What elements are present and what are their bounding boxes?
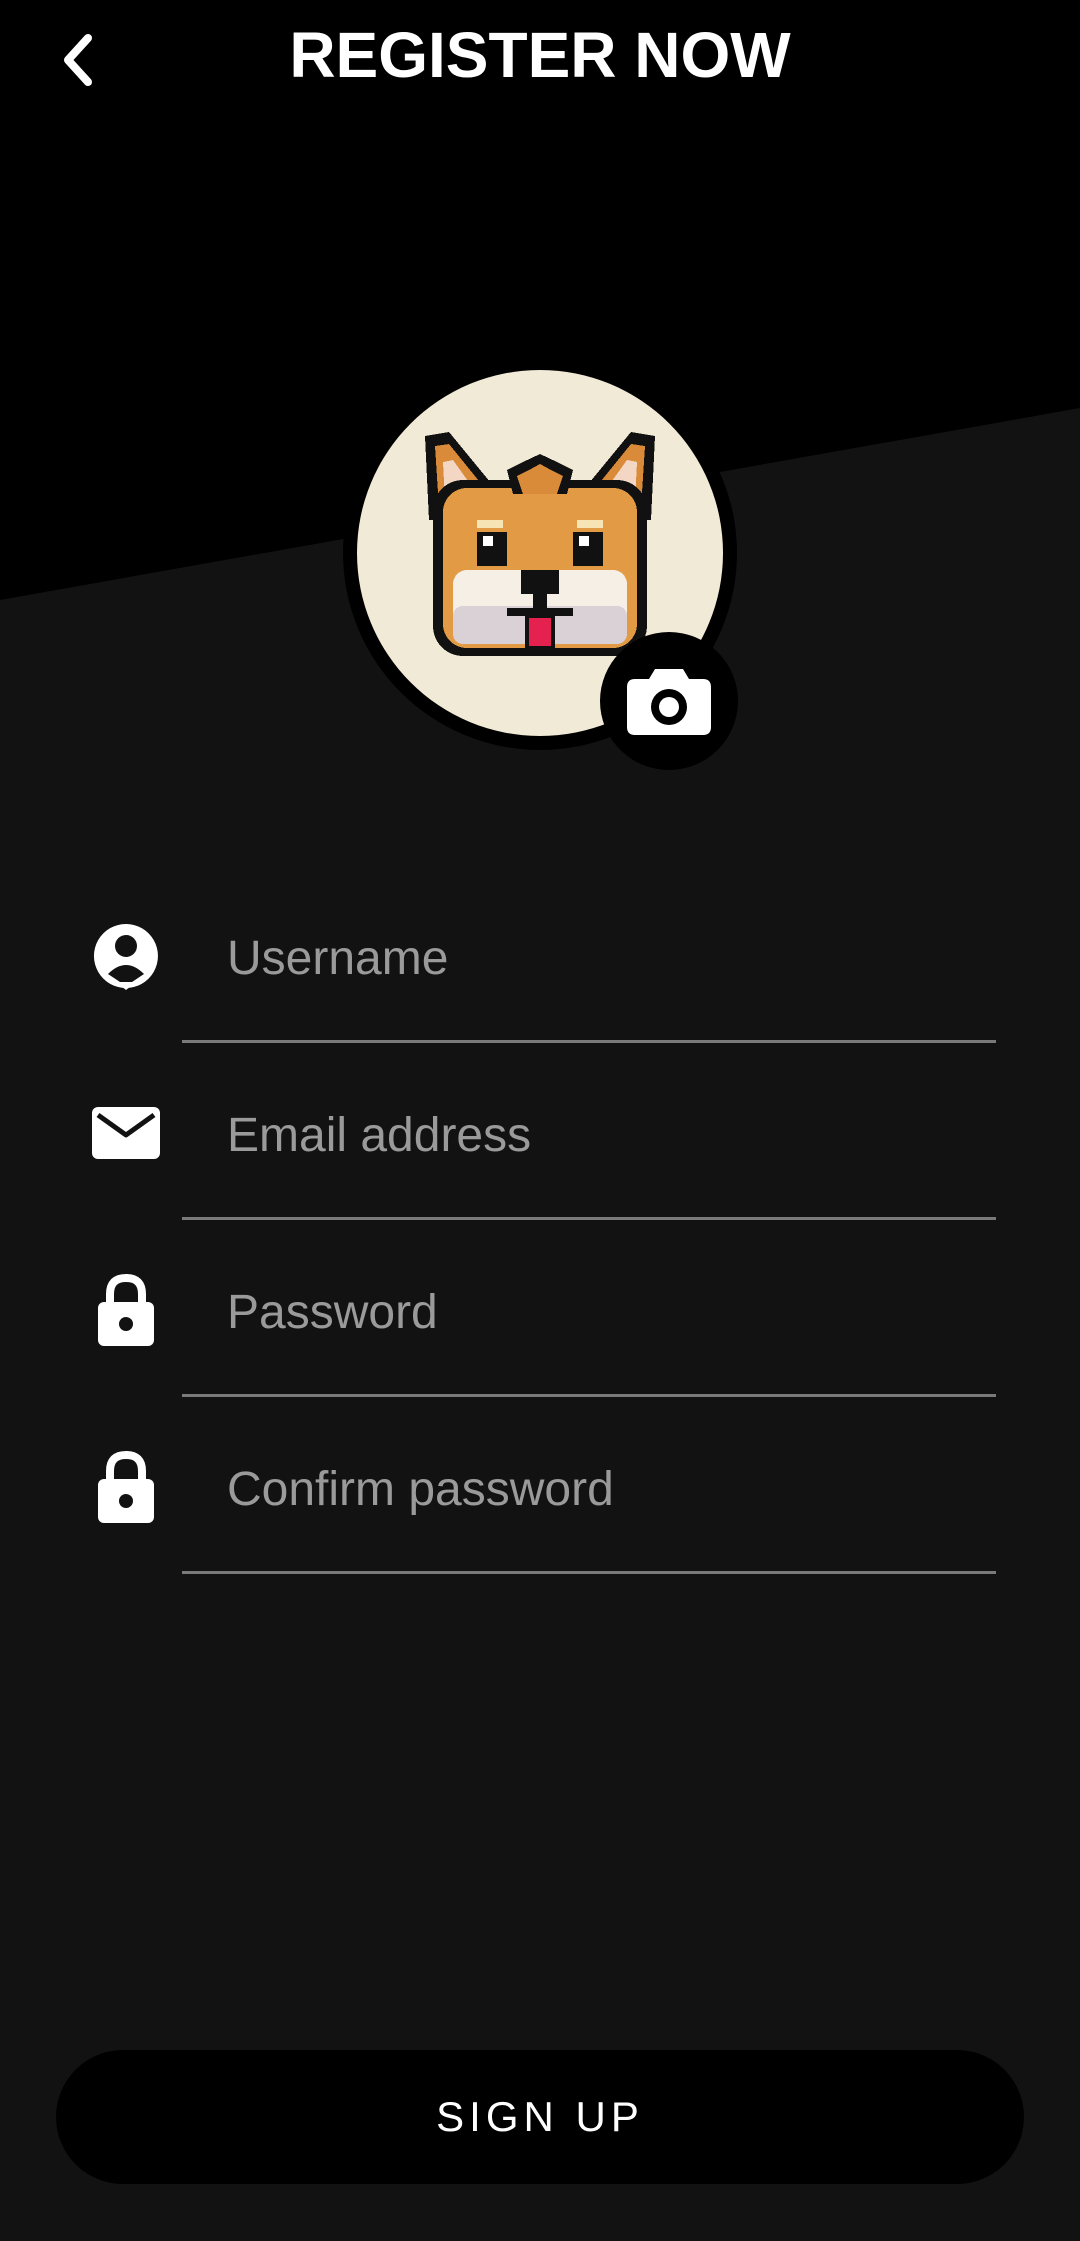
email-input[interactable] xyxy=(227,1095,997,1175)
lock-icon xyxy=(90,1450,162,1523)
camera-icon xyxy=(627,669,711,735)
username-input[interactable] xyxy=(227,918,997,998)
sign-up-button[interactable]: SIGN UP xyxy=(56,2050,1024,2184)
lock-icon xyxy=(90,1273,162,1346)
user-icon xyxy=(90,920,162,992)
confirm-password-field xyxy=(0,1411,1080,1588)
page-title: REGISTER NOW xyxy=(289,19,791,91)
header: REGISTER NOW xyxy=(0,0,1080,120)
password-underline xyxy=(182,1394,996,1397)
username-underline xyxy=(182,1040,996,1043)
username-field xyxy=(0,880,1080,1057)
confirm-password-input[interactable] xyxy=(227,1449,997,1529)
change-photo-button[interactable] xyxy=(600,632,738,770)
password-input[interactable] xyxy=(227,1272,997,1352)
password-field xyxy=(0,1234,1080,1411)
email-underline xyxy=(182,1217,996,1220)
mail-icon xyxy=(90,1097,162,1169)
confirm-password-underline xyxy=(182,1571,996,1574)
sign-up-label: SIGN UP xyxy=(436,2093,644,2140)
email-field xyxy=(0,1057,1080,1234)
